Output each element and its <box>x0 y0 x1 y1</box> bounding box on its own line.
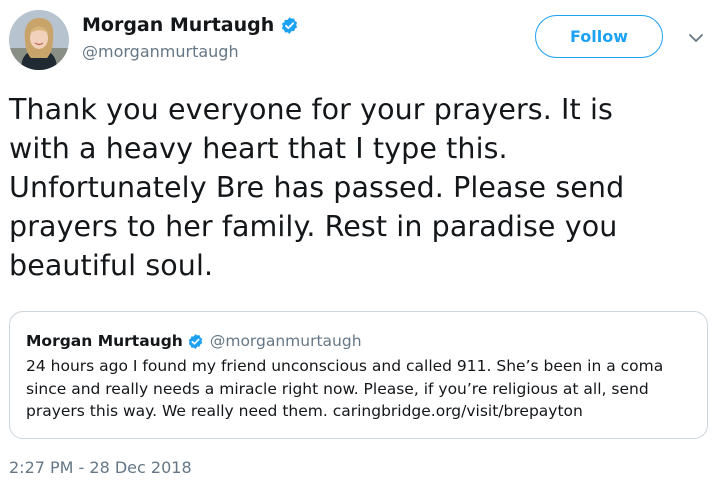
chevron-down-icon[interactable] <box>687 30 705 44</box>
author-display-name[interactable]: Morgan Murtaugh <box>82 14 274 36</box>
tweet-text: Thank you everyone for your prayers. It … <box>9 93 625 282</box>
avatar[interactable] <box>9 10 69 70</box>
tweet-card: Morgan Murtaugh @morganmurtaugh Follow T… <box>0 0 719 495</box>
author-name-row: Morgan Murtaugh <box>82 11 299 39</box>
quoted-author-name: Morgan Murtaugh <box>26 332 183 350</box>
quoted-tweet[interactable]: Morgan Murtaugh @morganmurtaugh 24 hours… <box>9 311 708 439</box>
quoted-verified-badge-icon <box>187 333 204 350</box>
quoted-author-row: Morgan Murtaugh @morganmurtaugh <box>26 330 362 352</box>
author-handle[interactable]: @morganmurtaugh <box>82 42 239 61</box>
quoted-author-handle: @morganmurtaugh <box>209 332 362 350</box>
follow-button[interactable]: Follow <box>535 15 663 58</box>
tweet-timestamp[interactable]: 2:27 PM - 28 Dec 2018 <box>9 458 192 477</box>
profile-photo-icon <box>9 10 69 70</box>
verified-badge-icon <box>280 16 299 35</box>
quoted-tweet-text: 24 hours ago I found my friend unconscio… <box>26 357 664 420</box>
